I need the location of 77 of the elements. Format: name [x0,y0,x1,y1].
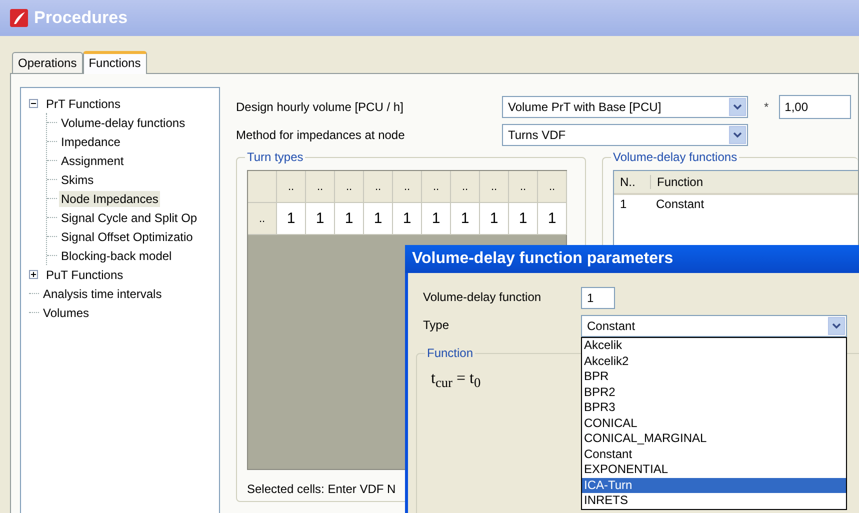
column-header: .. [306,171,335,203]
field-label: Method for impedances at node [236,128,406,142]
table-cell-text: 1 [619,197,628,211]
column-header: .. [451,171,480,203]
tree-item[interactable]: Analysis time intervals [41,286,164,302]
chevron-down-icon [832,323,841,329]
type-dropdown[interactable]: Constant [581,315,847,337]
table-cell[interactable]: 1 [393,203,422,235]
dropdown-option[interactable]: Constant [584,446,846,462]
method-dropdown[interactable]: Turns VDF [502,124,748,146]
multiply-sign: * [764,100,769,114]
table-cell[interactable]: 1 [335,203,364,235]
column-header: .. [480,171,509,203]
group-title: Turn types [245,150,306,164]
dropdown-option[interactable]: BPR [584,369,846,384]
dialog-title: Volume-delay function parameters [405,245,859,273]
column-header: .. [364,171,393,203]
dropdown-option[interactable]: Akcelik2 [584,354,846,369]
dropdown-option[interactable]: CONICAL [584,416,846,431]
group-title: Volume-delay functions [611,150,740,164]
corner-cell[interactable] [248,171,277,203]
dropdown-option[interactable]: INRETS [584,493,846,508]
column-header: .. [538,171,567,203]
collapse-icon[interactable] [29,99,38,108]
tree-item[interactable]: Blocking-back model [59,248,174,264]
chevron-down-icon [733,132,742,138]
dropdown-button[interactable] [729,98,746,116]
column-header: .. [277,171,306,203]
column-header: .. [335,171,364,203]
tab[interactable]: Functions [82,51,147,74]
table-cell[interactable]: 1 [277,203,306,235]
column-header[interactable]: N.. [614,175,651,189]
column-header[interactable]: Function [651,175,704,189]
app-logo-icon [10,9,28,27]
tab[interactable]: Operations [12,52,83,73]
window-title: Procedures [34,8,128,28]
table-cell[interactable]: 1 [306,203,335,235]
dropdown-option[interactable]: BPR3 [584,400,846,416]
table-cell[interactable]: 1 [451,203,480,235]
column-header: .. [422,171,451,203]
field-label: Type [423,317,450,334]
table-cell[interactable]: 1 [538,203,567,235]
volume-dropdown[interactable]: Volume PrT with Base [PCU] [502,96,748,118]
dropdown-option[interactable]: CONICAL_MARGINAL [584,431,846,446]
table-cell[interactable]: 1 [509,203,538,235]
row-header: .. [248,203,277,235]
table-cell[interactable]: 1 [422,203,451,235]
dropdown-option[interactable]: EXPONENTIAL [584,462,846,478]
tree-item[interactable]: Node Impedances [59,190,160,206]
status-text: Selected cells: Enter VDF N [247,482,397,496]
factor-field[interactable]: 1,00 [778,95,851,119]
tree-item[interactable]: Signal Cycle and Split Op [59,210,200,226]
dropdown-option[interactable]: Akcelik [584,338,846,354]
table-cell[interactable]: 1 [364,203,393,235]
tree-item[interactable]: Volume-delay functions [59,114,188,130]
dropdown-option[interactable]: BPR2 [584,384,846,400]
tree-item[interactable]: Impedance [59,134,122,150]
field-label: Volume-delay function [423,289,542,306]
formula: t$_{cur}$ = t$_{0}$ [431,370,481,392]
dropdown-button[interactable] [828,317,845,335]
tree-item[interactable]: PrT Functions [44,96,122,112]
tree-item[interactable]: Assignment [59,152,126,168]
expand-icon[interactable] [29,270,38,279]
column-header: .. [393,171,422,203]
field-label: Design hourly volume [PCU / h] [236,100,404,114]
tree-item[interactable]: Skims [59,172,96,188]
tree-item[interactable]: Signal Offset Optimizatio [59,228,195,244]
chevron-down-icon [733,104,742,110]
column-header: .. [509,171,538,203]
table-cell-text: Constant [655,197,704,211]
dropdown-button[interactable] [729,126,746,144]
group-title: Function [425,346,476,360]
tree-item[interactable]: Volumes [41,304,92,320]
vdf-number-field[interactable]: 1 [581,287,615,309]
dropdown-option[interactable]: ICA-Turn [582,478,846,493]
tree-item[interactable]: PuT Functions [44,266,126,282]
table-cell[interactable]: 1 [480,203,509,235]
